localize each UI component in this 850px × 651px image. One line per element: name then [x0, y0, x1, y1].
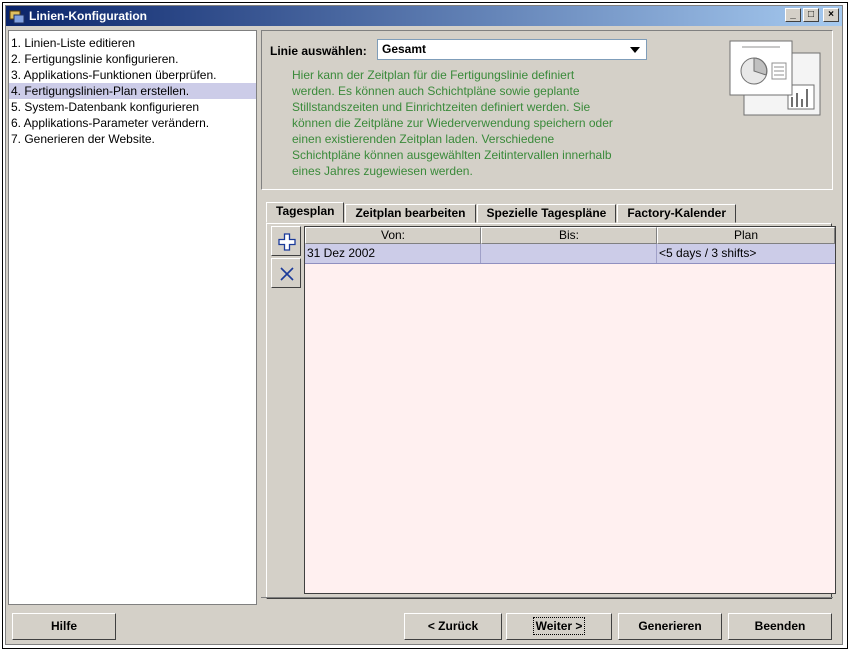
close-button[interactable]: × — [823, 8, 839, 22]
tabs-area: Tagesplan Zeitplan bearbeiten Spezielle … — [261, 196, 836, 605]
generate-button[interactable]: Generieren — [618, 613, 722, 640]
step-item-7[interactable]: 7. Generieren der Website. — [9, 131, 256, 147]
content-area: Linie auswählen: Gesamt Hier kann der Ze… — [261, 30, 836, 605]
next-button-label: Weiter > — [532, 617, 586, 635]
add-row-button[interactable] — [271, 226, 301, 256]
maximize-button[interactable]: □ — [803, 8, 819, 22]
column-header-von[interactable]: Von: — [305, 227, 481, 244]
window-title: Linien-Konfiguration — [29, 9, 147, 23]
tab-factory-kalender[interactable]: Factory-Kalender — [617, 204, 737, 223]
linie-select[interactable]: Gesamt — [377, 39, 647, 60]
tab-spezielle-tagesplaene[interactable]: Spezielle Tagespläne — [476, 204, 617, 223]
window-controls: _ □ × — [785, 8, 839, 22]
minimize-button[interactable]: _ — [785, 8, 801, 22]
title-bar[interactable]: Linien-Konfiguration _ □ × — [6, 6, 842, 26]
x-icon — [280, 267, 294, 281]
description-line: werden. Es können auch Schichtpläne sowi… — [292, 84, 580, 98]
horizontal-scrollbar[interactable] — [261, 597, 833, 605]
help-button-label: Hilfe — [50, 619, 77, 633]
step-item-6[interactable]: 6. Applikations-Parameter verändern. — [9, 115, 256, 131]
linie-label: Linie auswählen: — [270, 44, 367, 58]
header-panel: Linie auswählen: Gesamt Hier kann der Ze… — [261, 30, 833, 190]
main-window: Linien-Konfiguration _ □ × 1. Linien-Lis… — [5, 5, 843, 645]
help-button[interactable]: Hilfe — [12, 613, 116, 640]
description-line: Stillstandszeiten und Einrichtzeiten def… — [292, 100, 591, 114]
description-line: Schichtpläne können ausgewählten Zeitint… — [292, 148, 612, 162]
step-item-4[interactable]: 4. Fertigungslinien-Plan erstellen. — [9, 83, 256, 99]
column-header-bis[interactable]: Bis: — [481, 227, 657, 244]
generate-button-label: Generieren — [638, 619, 702, 633]
button-bar: Hilfe < Zurück Weiter > Generieren Beend… — [8, 610, 842, 644]
tab-zeitplan-bearbeiten[interactable]: Zeitplan bearbeiten — [345, 204, 476, 223]
step-item-1[interactable]: 1. Linien-Liste editieren — [9, 35, 256, 51]
description-text: Hier kann der Zeitplan für die Fertigung… — [292, 67, 652, 179]
plus-icon — [278, 233, 296, 251]
tab-strip: Tagesplan Zeitplan bearbeiten Spezielle … — [266, 202, 737, 223]
exit-button-label: Beenden — [754, 619, 806, 633]
schedule-table: Von: Bis: Plan 31 Dez 2002 <5 days / 3 s… — [304, 226, 836, 594]
cell-plan[interactable]: <5 days / 3 shifts> — [657, 244, 835, 263]
exit-button[interactable]: Beenden — [728, 613, 832, 640]
step-item-5[interactable]: 5. System-Datenbank konfigurieren — [9, 99, 256, 115]
app-icon — [9, 8, 25, 24]
next-button[interactable]: Weiter > — [506, 613, 612, 640]
description-line: können die Zeitpläne zur Wiederverwendun… — [292, 116, 613, 130]
table-row[interactable]: 31 Dez 2002 <5 days / 3 shifts> — [305, 244, 835, 264]
steps-list: 1. Linien-Liste editieren 2. Fertigungsl… — [8, 30, 257, 605]
description-line: einen existierenden Zeitplan laden. Vers… — [292, 132, 555, 146]
cell-bis[interactable] — [481, 244, 657, 263]
column-header-plan[interactable]: Plan — [657, 227, 835, 244]
remove-row-button[interactable] — [271, 258, 301, 288]
table-header: Von: Bis: Plan — [305, 227, 835, 244]
report-illustration-icon — [724, 37, 824, 119]
description-line: Hier kann der Zeitplan für die Fertigung… — [292, 68, 575, 82]
linie-select-value: Gesamt — [382, 42, 427, 56]
description-line: eines Jahres zugewiesen werden. — [292, 164, 473, 178]
step-item-3[interactable]: 3. Applikations-Funktionen überprüfen. — [9, 67, 256, 83]
cell-von[interactable]: 31 Dez 2002 — [305, 244, 481, 263]
back-button[interactable]: < Zurück — [404, 613, 502, 640]
tab-tagesplan[interactable]: Tagesplan — [266, 202, 345, 223]
step-item-2[interactable]: 2. Fertigungslinie konfigurieren. — [9, 51, 256, 67]
back-button-label: < Zurück — [427, 619, 479, 633]
dropdown-arrow-icon[interactable] — [630, 47, 640, 53]
tab-panel: Von: Bis: Plan 31 Dez 2002 <5 days / 3 s… — [266, 223, 836, 599]
